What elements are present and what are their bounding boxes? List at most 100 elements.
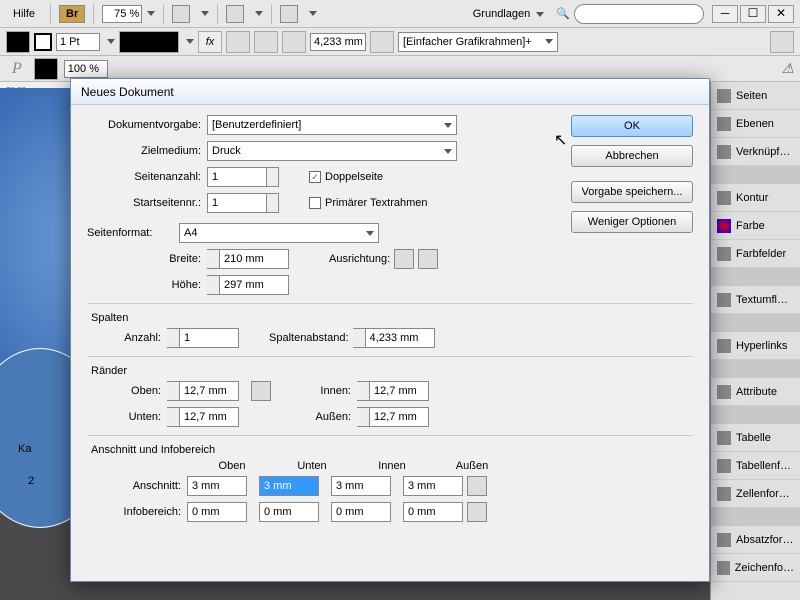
- panel-hyperlinks[interactable]: Hyperlinks: [711, 332, 800, 360]
- panel-tabellenformate[interactable]: Tabellenf…: [711, 452, 800, 480]
- margin-top-input[interactable]: [179, 381, 239, 401]
- fill-swatch[interactable]: [6, 31, 30, 53]
- panel-ebenen[interactable]: Ebenen: [711, 110, 800, 138]
- panel-attribute[interactable]: Attribute: [711, 378, 800, 406]
- orientation-label: Ausrichtung:: [329, 253, 390, 265]
- bleed-label: Anschnitt:: [87, 480, 187, 492]
- slug-bottom-input[interactable]: [259, 502, 319, 522]
- fit3-icon[interactable]: [282, 31, 306, 53]
- portrait-icon[interactable]: [394, 249, 414, 269]
- col-outer-header: Außen: [437, 460, 507, 472]
- fit2-icon[interactable]: [254, 31, 278, 53]
- fit-icon[interactable]: [226, 31, 250, 53]
- bleed-section-label: Anschnitt und Infobereich: [91, 444, 693, 456]
- margin-outer-input[interactable]: [369, 407, 429, 427]
- panel-absatzformate[interactable]: Absatzfor…: [711, 526, 800, 554]
- pagesize-label: Seitenformat:: [87, 227, 179, 239]
- margin-inner-label: Innen:: [301, 385, 357, 397]
- columns-section-label: Spalten: [91, 312, 693, 324]
- margins-section-label: Ränder: [91, 365, 693, 377]
- width-input[interactable]: [219, 249, 289, 269]
- stroke-swatch[interactable]: [34, 33, 52, 51]
- start-input[interactable]: [207, 193, 267, 213]
- slug-top-input[interactable]: [187, 502, 247, 522]
- link-slug-icon[interactable]: [467, 502, 487, 522]
- slug-inner-input[interactable]: [331, 502, 391, 522]
- gutter-label: Spaltenabstand:: [269, 332, 349, 344]
- control-panel: fx [Einfacher Grafikrahmen]+: [0, 28, 800, 56]
- dialog-titlebar[interactable]: Neues Dokument: [71, 79, 709, 105]
- primary-textframe-checkbox[interactable]: Primärer Textrahmen: [309, 197, 428, 209]
- preset-combo[interactable]: [Benutzerdefiniert]: [207, 115, 457, 135]
- pagesize-combo[interactable]: A4: [179, 223, 379, 243]
- zoom-input[interactable]: [102, 5, 142, 23]
- measure-input[interactable]: [310, 33, 366, 51]
- margin-bottom-input[interactable]: [179, 407, 239, 427]
- panel-seiten[interactable]: Seiten: [711, 82, 800, 110]
- pages-label: Seitenanzahl:: [87, 171, 207, 183]
- panel-textumfluss[interactable]: Textumfl…: [711, 286, 800, 314]
- gutter-input[interactable]: [365, 328, 435, 348]
- cancel-button[interactable]: Abbrechen: [571, 145, 693, 167]
- intent-label: Zielmedium:: [87, 145, 207, 157]
- panel-kontur[interactable]: Kontur: [711, 184, 800, 212]
- search-input[interactable]: [574, 4, 704, 24]
- view-options-icon[interactable]: [172, 5, 190, 23]
- panel-verknuepfungen[interactable]: Verknüpf…: [711, 138, 800, 166]
- screen-mode-icon[interactable]: [226, 5, 244, 23]
- ok-button[interactable]: OK: [571, 115, 693, 137]
- stroke-weight-input[interactable]: [56, 33, 100, 51]
- bleed-outer-input[interactable]: [403, 476, 463, 496]
- maximize-button[interactable]: ☐: [740, 5, 766, 23]
- slug-label: Infobereich:: [87, 506, 187, 518]
- panel-farbe[interactable]: Farbe: [711, 212, 800, 240]
- bridge-button[interactable]: Br: [59, 5, 85, 23]
- paragraph-icon: P: [6, 60, 28, 78]
- minimize-button[interactable]: ─: [712, 5, 738, 23]
- start-label: Startseitennr.:: [87, 197, 207, 209]
- workspace-switcher[interactable]: Grundlagen: [473, 8, 545, 20]
- fx-button[interactable]: fx: [198, 31, 222, 53]
- panel-menu-icon[interactable]: [770, 31, 794, 53]
- save-preset-button[interactable]: Vorgabe speichern...: [571, 181, 693, 203]
- zoom-control[interactable]: [102, 5, 155, 23]
- panel-zeichenformate[interactable]: Zeichenfo…: [711, 554, 800, 582]
- margin-outer-label: Außen:: [301, 411, 357, 423]
- bleed-inner-input[interactable]: [331, 476, 391, 496]
- fill2-swatch[interactable]: [34, 58, 58, 80]
- margin-bottom-label: Unten:: [87, 411, 167, 423]
- close-button[interactable]: ✕: [768, 5, 794, 23]
- corner-icon[interactable]: [370, 31, 394, 53]
- panel-farbfelder[interactable]: Farbfelder: [711, 240, 800, 268]
- bleed-top-input[interactable]: [187, 476, 247, 496]
- panel-zellenformate[interactable]: Zellenfor…: [711, 480, 800, 508]
- height-input[interactable]: [219, 275, 289, 295]
- link-margins-icon[interactable]: [251, 381, 271, 401]
- margin-top-label: Oben:: [87, 385, 167, 397]
- doc-text: Ka2: [18, 428, 34, 492]
- col-bottom-header: Unten: [277, 460, 347, 472]
- slug-outer-input[interactable]: [403, 502, 463, 522]
- panel-tabelle[interactable]: Tabelle: [711, 424, 800, 452]
- tint-input[interactable]: [64, 60, 108, 78]
- bleed-bottom-input[interactable]: [259, 476, 319, 496]
- preset-label: Dokumentvorgabe:: [87, 119, 207, 131]
- warning-icon: ⚠: [781, 60, 794, 77]
- pages-input[interactable]: [207, 167, 267, 187]
- margin-inner-input[interactable]: [369, 381, 429, 401]
- new-document-dialog: Neues Dokument OK Abbrechen Vorgabe spei…: [70, 78, 710, 582]
- object-style-combo[interactable]: [Einfacher Grafikrahmen]+: [398, 32, 558, 52]
- width-label: Breite:: [87, 253, 207, 265]
- help-menu[interactable]: Hilfe: [6, 5, 42, 23]
- facing-pages-checkbox[interactable]: ✓Doppelseite: [309, 171, 383, 183]
- arrange-icon[interactable]: [280, 5, 298, 23]
- fewer-options-button[interactable]: Weniger Optionen: [571, 211, 693, 233]
- landscape-icon[interactable]: [418, 249, 438, 269]
- menu-bar: Hilfe Br Grundlagen 🔍 ─ ☐ ✕: [0, 0, 800, 28]
- colnum-input[interactable]: [179, 328, 239, 348]
- stroke-style[interactable]: [119, 31, 179, 53]
- height-label: Höhe:: [87, 279, 207, 291]
- link-bleed-icon[interactable]: [467, 476, 487, 496]
- intent-combo[interactable]: Druck: [207, 141, 457, 161]
- colnum-label: Anzahl:: [87, 332, 167, 344]
